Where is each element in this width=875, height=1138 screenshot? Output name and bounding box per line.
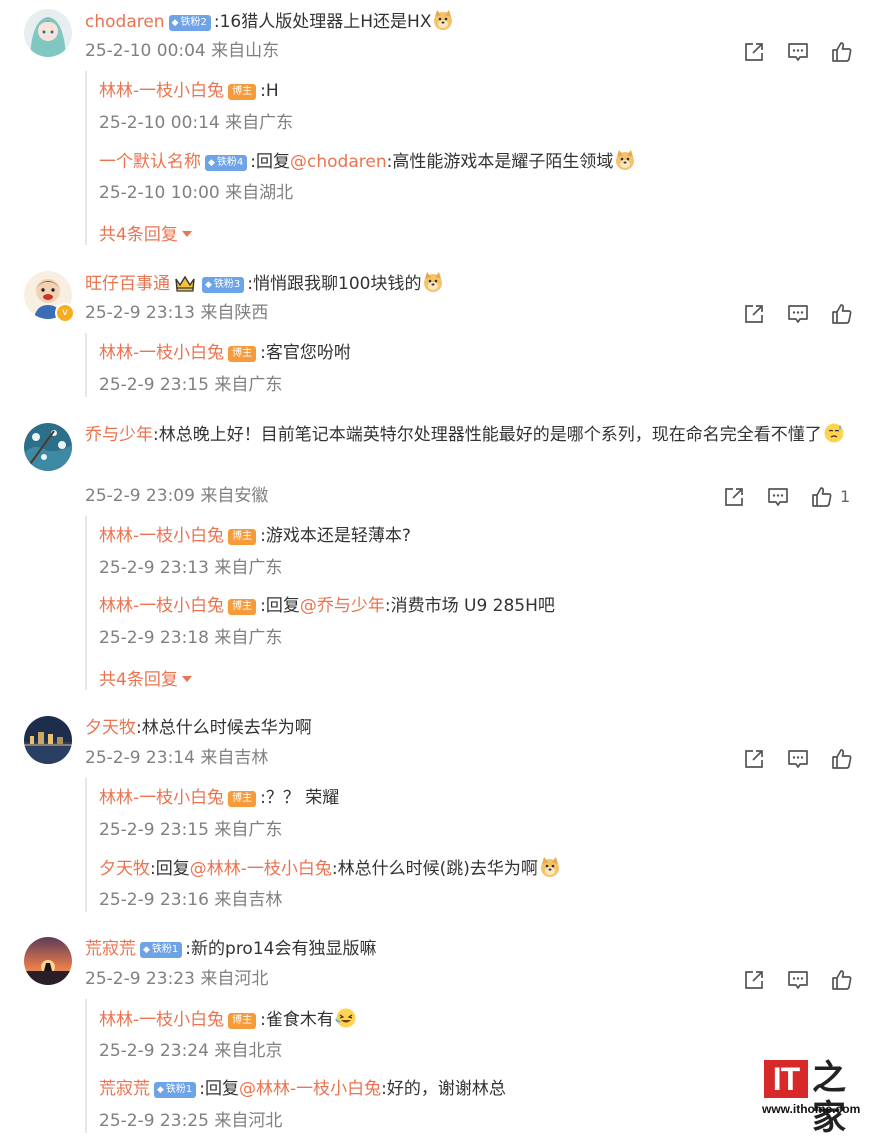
- comment-icon[interactable]: [786, 968, 810, 992]
- laugh-emoji-icon: [334, 1007, 357, 1036]
- ithome-logo: IT 之家 www.ithome.com: [762, 1056, 862, 1138]
- comment-actions: [742, 968, 875, 992]
- reply-meta: 25-2-9 23:25 来自河北: [99, 1111, 283, 1131]
- username-link[interactable]: 荒寂荒: [99, 1079, 150, 1099]
- comment-meta: 25-2-9 23:23 来自河北: [85, 969, 269, 989]
- fan-level-badge: ◆ 铁粉1: [140, 942, 183, 958]
- fan-level-label: 铁粉1: [151, 944, 179, 955]
- host-badge: 博主: [228, 1013, 257, 1029]
- reply-body: :好的，谢谢林总: [381, 1079, 506, 1099]
- reply-prefix: :回复: [199, 1079, 240, 1099]
- reply-text-line: 荒寂荒 ◆ 铁粉1:回复@林林-一枝小白兔:好的，谢谢林总: [99, 1077, 506, 1101]
- comment-feed: chodaren ◆ 铁粉2:16猎人版处理器上H还是HX 25-2-10 00:04…: [0, 0, 875, 1136]
- logo-mark: IT: [764, 1060, 808, 1098]
- fan-level-badge: ◆ 铁粉1: [154, 1082, 197, 1098]
- comment-thread: 荒寂荒 ◆ 铁粉1:新的pro14会有独显版嘛 25-2-9 23:23 来自河北 林林…: [0, 0, 875, 1136]
- avatar[interactable]: [24, 937, 72, 985]
- reply-body: :雀食木有: [260, 1010, 334, 1030]
- username-link[interactable]: 林林-一枝小白兔: [99, 1010, 224, 1030]
- share-icon[interactable]: [742, 968, 766, 992]
- thumbs-up-icon[interactable]: [830, 968, 854, 992]
- comment-body: :新的pro14会有独显版嘛: [185, 939, 377, 959]
- comment-text-line: 荒寂荒 ◆ 铁粉1:新的pro14会有独显版嘛: [85, 937, 376, 961]
- diamond-icon: ◆: [157, 1085, 164, 1095]
- username-link[interactable]: 荒寂荒: [85, 939, 136, 959]
- mention-link[interactable]: @林林-一枝小白兔: [239, 1079, 381, 1099]
- reply-text-line: 林林-一枝小白兔 博主:雀食木有: [99, 1007, 357, 1036]
- fan-level-label: 铁粉1: [165, 1084, 193, 1095]
- diamond-icon: ◆: [143, 945, 150, 955]
- logo-url: www.ithome.com: [762, 1102, 861, 1116]
- logo-chars: 之家: [812, 1058, 846, 1138]
- reply-divider: [85, 999, 87, 1133]
- reply-meta: 25-2-9 23:24 来自北京: [99, 1041, 283, 1061]
